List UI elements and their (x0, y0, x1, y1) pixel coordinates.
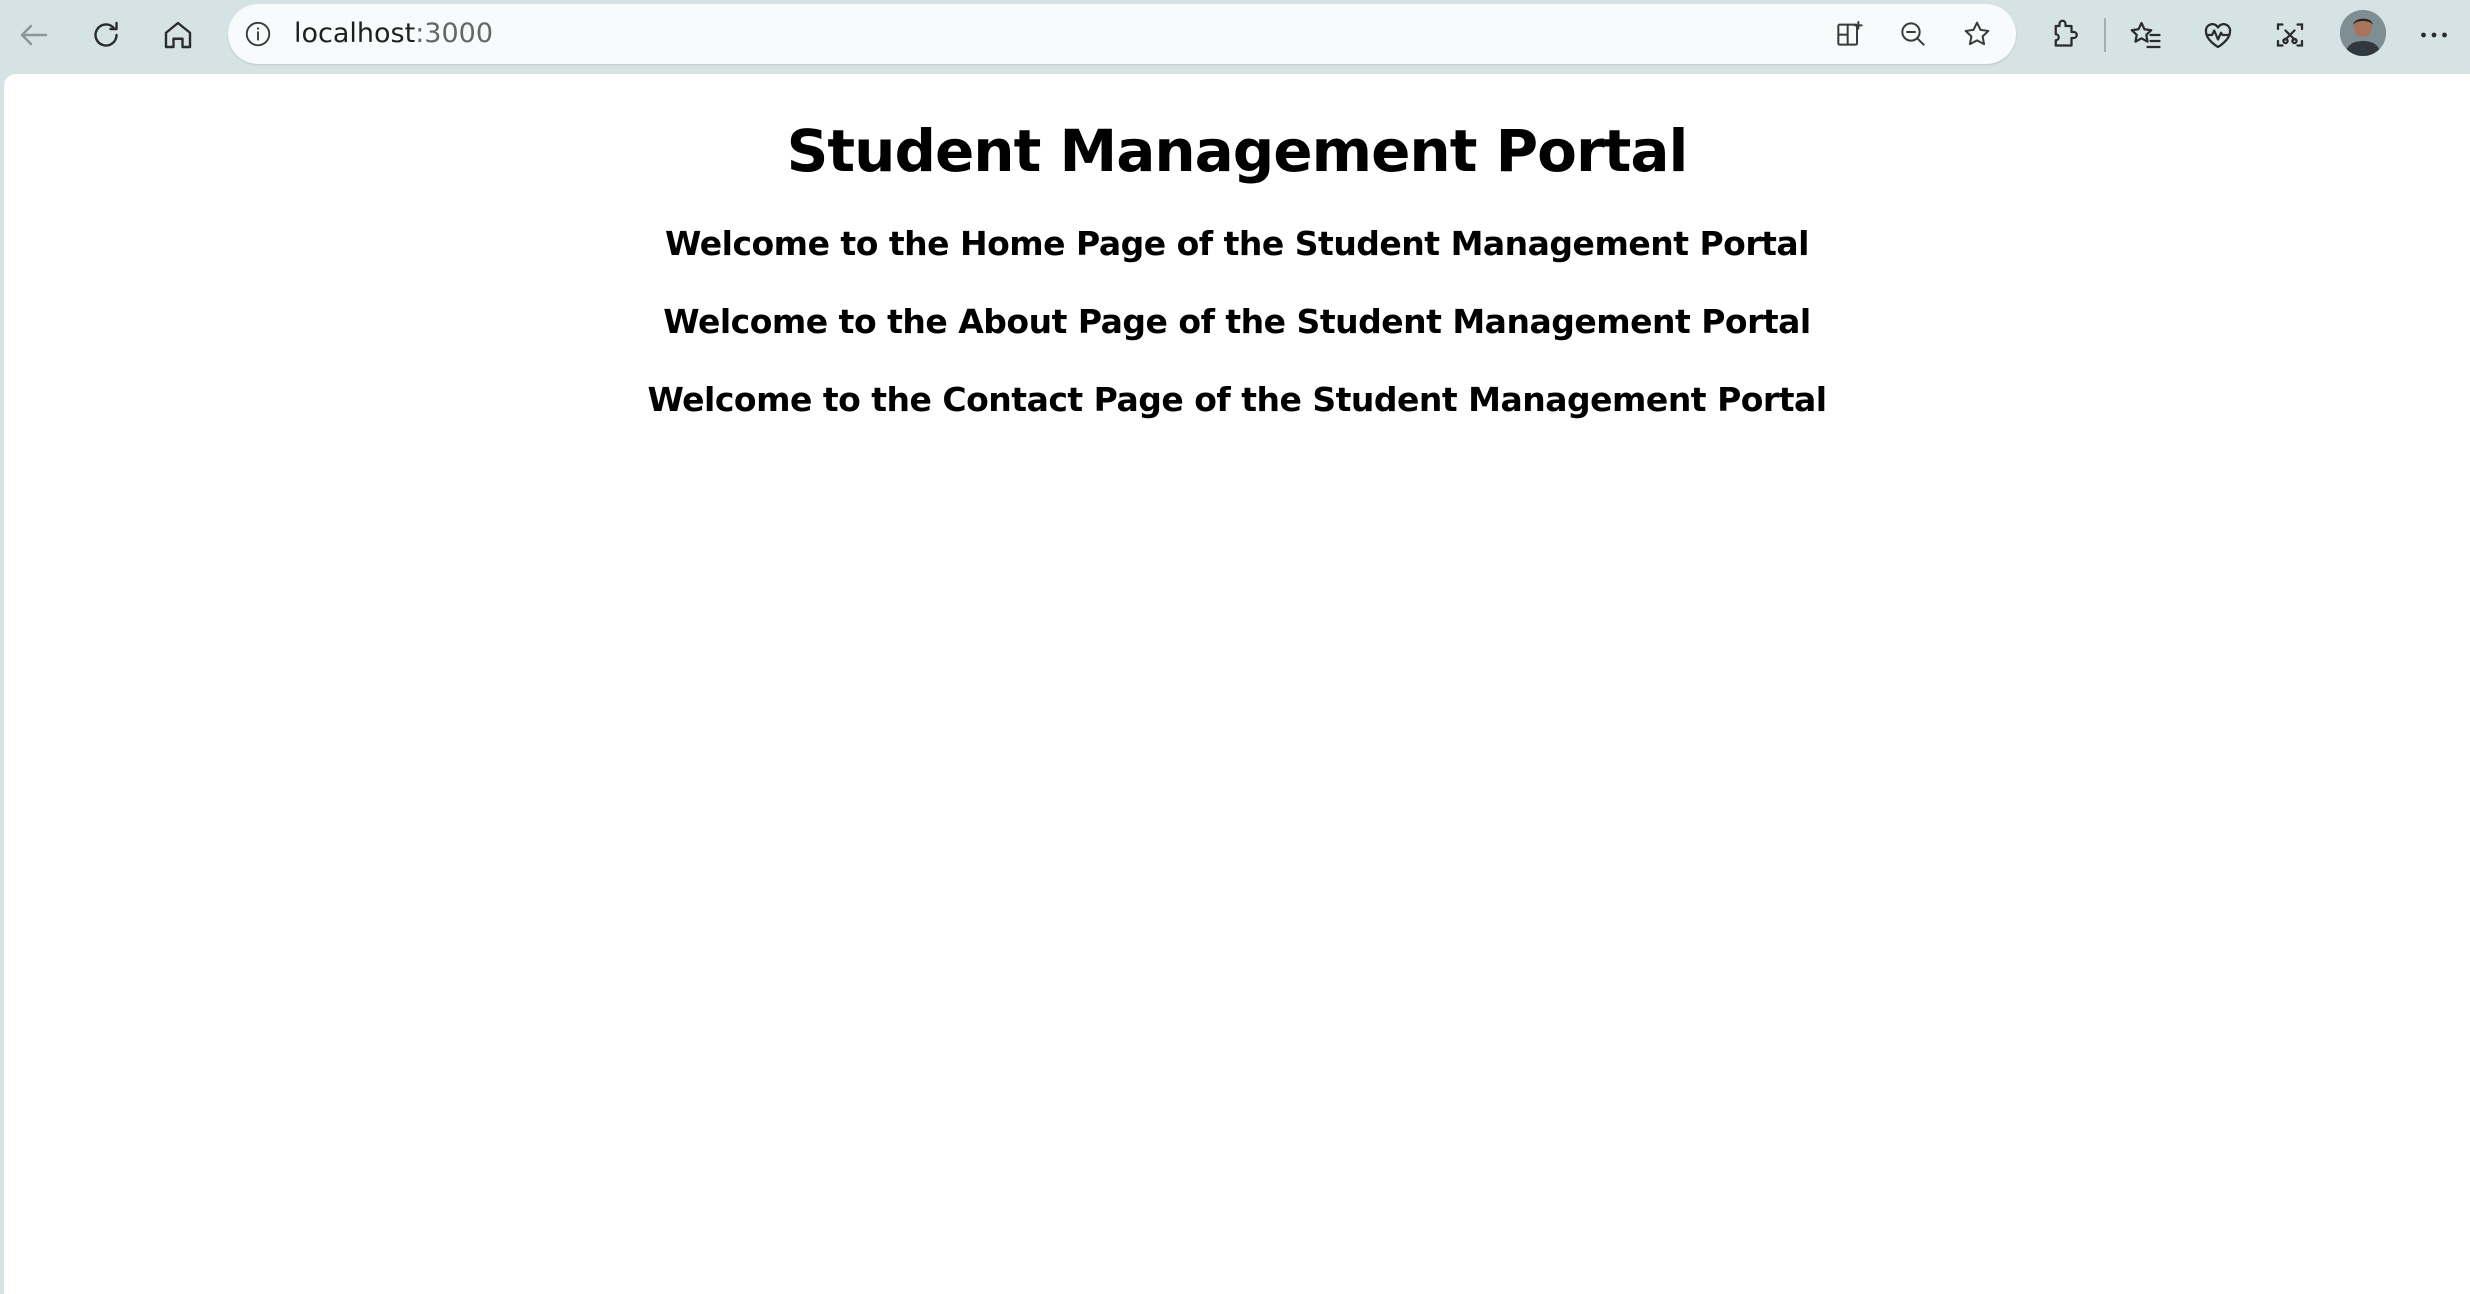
browser-window: localhost:3000 Student Management Portal… (0, 0, 2470, 1294)
favorites-list-icon (2130, 21, 2161, 49)
url-host: localhost (294, 18, 416, 49)
home-button[interactable] (154, 11, 202, 59)
extensions-button[interactable] (2040, 11, 2088, 59)
contact-welcome-heading: Welcome to the Contact Page of the Stude… (647, 380, 1827, 419)
split-screen-button[interactable] (1828, 13, 1870, 55)
profile-picture (2340, 10, 2386, 56)
page-content: Student Management Portal Welcome to the… (4, 74, 2470, 420)
reload-button[interactable] (82, 11, 130, 59)
info-icon (245, 21, 271, 47)
zoom-out-icon (1901, 22, 1925, 46)
page-viewport: Student Management Portal Welcome to the… (4, 74, 2470, 1294)
browser-toolbar: localhost:3000 (0, 0, 2470, 70)
settings-and-more-button[interactable] (2410, 11, 2458, 59)
site-info-button[interactable] (240, 16, 276, 52)
page-title: Student Management Portal (786, 117, 1689, 185)
back-button[interactable] (10, 11, 58, 59)
address-bar[interactable]: localhost:3000 (228, 4, 2016, 64)
browser-essentials-button[interactable] (2194, 11, 2242, 59)
url-port: :3000 (415, 18, 494, 49)
screenshot-button[interactable] (2266, 11, 2314, 59)
favorite-button[interactable] (1956, 13, 1998, 55)
zoom-out-button[interactable] (1892, 13, 1934, 55)
back-arrow-icon (20, 24, 48, 46)
split-screen-icon (1837, 21, 1863, 46)
about-welcome-heading: Welcome to the About Page of the Student… (663, 302, 1811, 341)
puzzle-icon (2054, 19, 2078, 47)
heartbeat-icon (2204, 23, 2232, 49)
favorites-button[interactable] (2122, 11, 2170, 59)
home-welcome-heading: Welcome to the Home Page of the Student … (665, 224, 1809, 263)
home-icon (164, 21, 192, 49)
star-icon (1964, 21, 1990, 46)
avatar[interactable] (2340, 10, 2386, 56)
screenshot-icon (2276, 23, 2304, 47)
more-icon (2421, 32, 2447, 38)
url-text[interactable]: localhost:3000 (294, 4, 493, 64)
toolbar-divider (2104, 18, 2106, 52)
reload-icon (94, 21, 118, 47)
